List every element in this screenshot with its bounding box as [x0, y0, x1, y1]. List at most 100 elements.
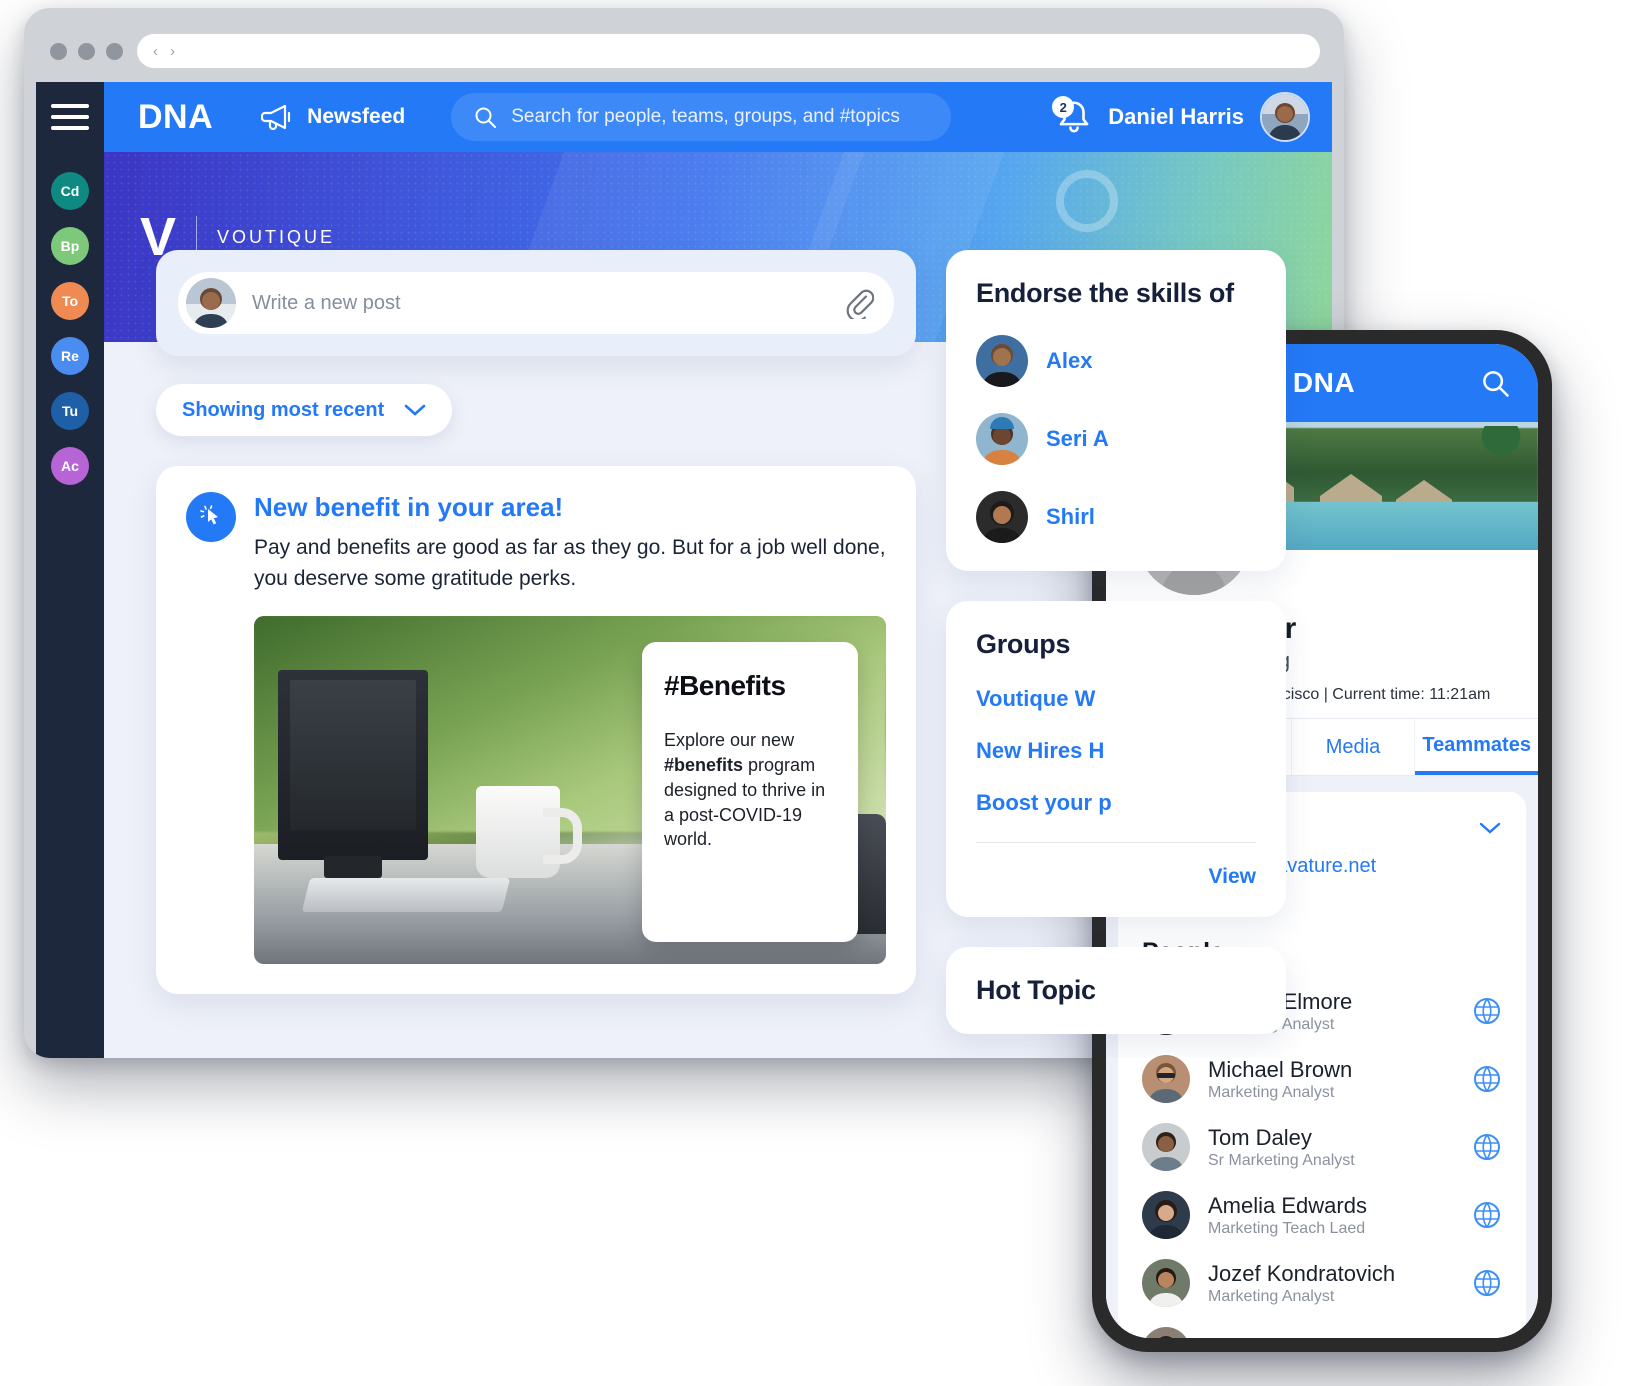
list-item[interactable]: Tom Daley Sr Marketing Analyst	[1142, 1123, 1502, 1171]
content-area: Write a new post Showing most recent New…	[104, 250, 1332, 1058]
rail-badge-label: Bp	[60, 238, 80, 254]
avatar	[976, 491, 1028, 543]
tab-teammates[interactable]: Teammates	[1415, 719, 1538, 775]
person-name: Rev Mibourne	[1208, 1338, 1454, 1339]
notifications-button[interactable]: 2	[1052, 96, 1092, 136]
search-icon	[475, 107, 497, 128]
chevron-down-icon[interactable]	[1478, 821, 1502, 835]
network-icon[interactable]	[1472, 1336, 1502, 1338]
endorse-person-name[interactable]: Alex	[1046, 348, 1092, 374]
avatar	[186, 278, 236, 328]
feed-column: Write a new post Showing most recent New…	[156, 250, 916, 1058]
avatar	[976, 413, 1028, 465]
hamburger-icon[interactable]	[51, 104, 89, 130]
post-composer-input[interactable]: Write a new post	[178, 272, 894, 334]
avatar	[1142, 1327, 1190, 1338]
org-name: VOUTIQUE	[217, 226, 336, 247]
network-icon[interactable]	[1472, 1064, 1502, 1094]
group-link[interactable]: Voutique W	[976, 686, 1256, 712]
minimize-window-dot[interactable]	[78, 42, 95, 60]
nav-newsfeed[interactable]: Newsfeed	[261, 104, 405, 130]
list-item-text: Amelia Edwards Marketing Teach Laed	[1208, 1193, 1454, 1238]
person-name: Tom Daley	[1208, 1124, 1312, 1150]
endorse-person-name[interactable]: Seri A	[1046, 426, 1109, 452]
post-composer-placeholder: Write a new post	[252, 291, 401, 314]
nav-back-icon[interactable]: ‹	[153, 43, 160, 60]
avatar-image	[1142, 1191, 1190, 1239]
rail-badge[interactable]: Cd	[51, 172, 89, 210]
list-item[interactable]: Rev Mibourne	[1142, 1327, 1502, 1338]
person-name: Amelia Edwards	[1208, 1192, 1367, 1218]
person-name: Michael Brown	[1208, 1056, 1353, 1082]
cursor-click-icon	[186, 492, 236, 542]
list-item[interactable]: Jozef Kondratovich Marketing Analyst	[1142, 1259, 1502, 1307]
benefits-card-line1: Explore our new	[664, 730, 795, 751]
rail-badge-label: Cd	[60, 183, 80, 199]
endorse-row[interactable]: Seri A	[976, 413, 1256, 465]
hot-topics-card: Hot Topic	[946, 947, 1286, 1034]
search-input[interactable]: Search for people, teams, groups, and #t…	[451, 93, 952, 141]
endorse-title: Endorse the skills of	[976, 278, 1234, 308]
post-image: #Benefits Explore our new #benefits prog…	[254, 616, 886, 965]
maximize-window-dot[interactable]	[106, 42, 123, 60]
rail-badge-label: Tu	[61, 403, 79, 419]
user-name[interactable]: Daniel Harris	[1108, 104, 1244, 130]
avatar-image	[1142, 1123, 1190, 1171]
list-item-text: Jozef Kondratovich Marketing Analyst	[1208, 1261, 1454, 1306]
benefits-overlay-card: #Benefits Explore our new #benefits prog…	[642, 642, 858, 943]
rail-badge[interactable]: Tu	[51, 392, 89, 430]
list-item-text: Michael Brown Marketing Analyst	[1208, 1057, 1454, 1102]
avatar-image	[976, 335, 1028, 387]
post-title: New benefit in your area!	[254, 492, 564, 522]
paperclip-icon[interactable]	[844, 287, 874, 319]
post-body: Pay and benefits are good as far as they…	[254, 536, 886, 590]
benefits-card-text: Explore our new #benefits program design…	[664, 728, 836, 852]
avatar	[1142, 1191, 1190, 1239]
group-link[interactable]: New Hires H	[976, 738, 1256, 764]
megaphone-icon	[261, 104, 291, 130]
avatar[interactable]	[1260, 92, 1310, 142]
rail-badge[interactable]: Bp	[51, 227, 89, 265]
divider	[976, 842, 1256, 843]
list-item-text: Rev Mibourne	[1208, 1338, 1454, 1339]
rail-badge[interactable]: Ac	[51, 447, 89, 485]
banner-ring-decoration	[1056, 170, 1118, 232]
post-image-monitor-screen	[290, 680, 416, 831]
post-image-monitor	[278, 670, 428, 861]
endorse-person-name[interactable]: Shirl	[1046, 504, 1095, 530]
screenshot-stage: ‹ › Cd Bp To Re Tu Ac DNA Newsfeed Searc…	[0, 0, 1641, 1386]
rail-badge-label: To	[61, 293, 79, 309]
network-icon[interactable]	[1472, 1200, 1502, 1230]
close-window-dot[interactable]	[50, 42, 67, 60]
list-item[interactable]: Amelia Edwards Marketing Teach Laed	[1142, 1191, 1502, 1239]
left-rail: Cd Bp To Re Tu Ac	[36, 82, 104, 1058]
list-item[interactable]: Michael Brown Marketing Analyst	[1142, 1055, 1502, 1103]
person-role: Marketing Teach Laed	[1208, 1219, 1366, 1237]
chevron-down-icon	[404, 404, 426, 416]
window-controls[interactable]	[50, 42, 123, 60]
rail-badge[interactable]: Re	[51, 337, 89, 375]
endorse-row[interactable]: Shirl	[976, 491, 1256, 543]
post-image-keyboard	[301, 878, 511, 913]
network-icon[interactable]	[1472, 996, 1502, 1026]
cursor-click-glyph	[200, 505, 218, 525]
sort-dropdown[interactable]: Showing most recent	[156, 384, 453, 436]
cover-palm-tree	[1478, 426, 1524, 478]
nav-forward-icon[interactable]: ›	[170, 43, 177, 60]
post-composer: Write a new post	[156, 250, 916, 356]
post-image-monitor-stand	[324, 856, 382, 879]
network-icon[interactable]	[1472, 1268, 1502, 1298]
avatar	[1142, 1259, 1190, 1307]
rail-badge[interactable]: To	[51, 282, 89, 320]
endorse-row[interactable]: Alex	[976, 335, 1256, 387]
avatar	[1142, 1123, 1190, 1171]
browser-viewport: Cd Bp To Re Tu Ac DNA Newsfeed Search fo…	[36, 82, 1332, 1058]
app-logo[interactable]: DNA	[138, 98, 213, 137]
sort-dropdown-label: Showing most recent	[182, 398, 385, 421]
benefits-card-title: #Benefits	[664, 670, 786, 702]
group-link[interactable]: Boost your p	[976, 790, 1256, 816]
address-bar[interactable]: ‹ ›	[137, 34, 1320, 68]
search-icon[interactable]	[1480, 368, 1510, 398]
network-icon[interactable]	[1472, 1132, 1502, 1162]
groups-view-all-link[interactable]: View	[976, 865, 1256, 889]
